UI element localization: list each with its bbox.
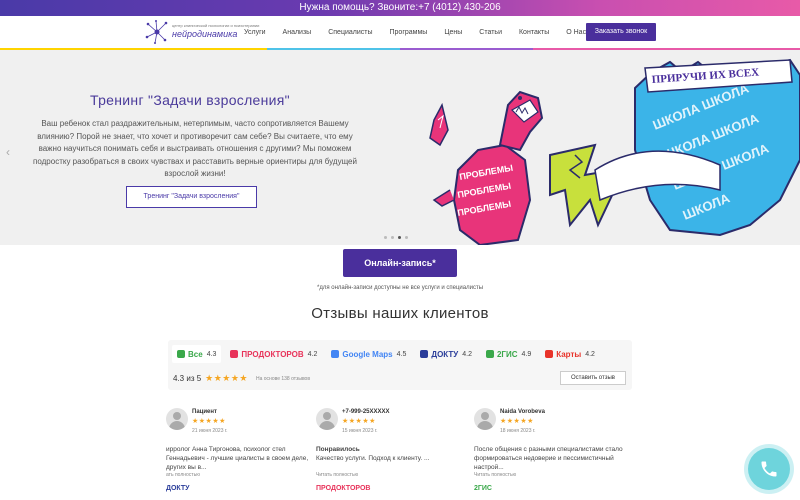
source-name: ДОКТУ <box>431 349 459 359</box>
hero-training-button[interactable]: Тренинг "Задачи взросления" <box>126 186 257 208</box>
review-text: Качество услуги. Подход к клиенту. ... <box>316 455 430 462</box>
review-stars: ★★★★★ <box>500 418 534 425</box>
avatar-head <box>323 412 331 420</box>
source-logo-icon <box>230 350 239 358</box>
main-nav: Услуги Анализы Специалисты Программы Цены Ста… <box>244 16 603 48</box>
site-logo[interactable]: центр клинической психологии и психотера… <box>144 19 259 45</box>
review-text: ирролог Анна Тиргонова, психолог стел Ге… <box>166 446 309 471</box>
review-source-logo: ПРОДОКТОРОВ <box>316 485 371 492</box>
source-rating: 4.5 <box>396 350 407 358</box>
review-body: ирролог Анна Тиргонова, психолог стел Ге… <box>166 445 316 472</box>
reviews-title: Отзывы наших клиентов <box>311 305 489 322</box>
review-headline: Понравилось <box>316 446 360 453</box>
review-source-logo: ДОКТУ <box>166 485 190 492</box>
source-logo-icon <box>545 350 554 358</box>
reviewer-name: Пациент <box>192 409 217 415</box>
hero-slider: Тренинг "Задачи взросления" Ваш ребенок … <box>0 50 800 245</box>
hero-text: Ваш ребенок стал раздражительным, нетерп… <box>33 119 357 178</box>
source-name: Карты <box>556 349 582 359</box>
review-stars: ★★★★★ <box>342 418 376 425</box>
review-card: +7-999-25XXXXX ★★★★★ 15 июня 2023 г. Понрав… <box>316 405 466 495</box>
overall-rating: 4.3 из 5 ★★★★★ На основе 138 отзывов <box>173 373 310 384</box>
phone-icon <box>761 461 777 477</box>
slider-dot[interactable] <box>398 236 401 239</box>
top-help-bar: Нужна помощь? Звоните:+7 (4012) 430-206 <box>0 0 800 16</box>
source-rating: 4.9 <box>521 350 532 358</box>
rating-text: 4.3 из 5 <box>173 374 202 383</box>
source-rating: 4.3 <box>206 350 217 358</box>
review-sources: Все 4.3 ПРОДОКТОРОВ 4.2 Google Maps 4.5 ДОКТУ 4… <box>172 345 604 363</box>
logo-name: нейродинамика <box>172 29 238 39</box>
avatar-body <box>169 421 185 430</box>
source-name: 2ГИС <box>496 349 518 359</box>
nav-item[interactable]: Контакты <box>519 29 549 36</box>
review-source-tab[interactable]: ДОКТУ 4.2 <box>415 345 477 363</box>
review-source-tab[interactable]: ПРОДОКТОРОВ 4.2 <box>225 345 322 363</box>
avatar-head <box>481 412 489 420</box>
review-body: Понравилось Качество услуги. Подход к кли… <box>316 445 466 463</box>
nav-item[interactable]: Анализы <box>283 29 312 36</box>
read-more-link[interactable]: Читать полностью <box>474 472 516 478</box>
review-source-tab[interactable]: Все 4.3 <box>172 345 222 363</box>
source-rating: 4.2 <box>307 350 318 358</box>
avatar <box>474 408 496 430</box>
review-source-tab[interactable]: 2ГИС 4.9 <box>481 345 536 363</box>
reviewer-name: +7-999-25XXXXX <box>342 409 390 415</box>
order-call-button[interactable]: Заказать звонок <box>586 23 656 41</box>
avatar <box>166 408 188 430</box>
source-logo-icon <box>177 350 185 358</box>
hero-illustration: ШКОЛА ШКОЛА ШКОЛА ШКОЛА ШКОЛА ШКОЛА ШКОЛ… <box>429 58 800 245</box>
slider-dot[interactable] <box>391 236 394 239</box>
site-header: центр клинической психологии и психотера… <box>0 16 800 48</box>
review-text: После общения с разными специалистами ст… <box>474 446 623 471</box>
nav-item[interactable]: Программы <box>390 29 428 36</box>
help-phone-text[interactable]: Нужна помощь? Звоните:+7 (4012) 430-206 <box>299 2 500 13</box>
chevron-left-icon[interactable]: ‹ <box>6 145 10 159</box>
review-card: Naida Vorobeva ★★★★★ 18 июня 2023 г. После … <box>474 405 624 495</box>
reviewer-name: Naida Vorobeva <box>500 409 545 415</box>
slider-dot[interactable] <box>405 236 408 239</box>
nav-item[interactable]: Специалисты <box>328 29 372 36</box>
review-date: 15 июня 2023 г. <box>342 428 378 434</box>
review-source-tab[interactable]: Google Maps 4.5 <box>326 345 411 363</box>
online-booking-button[interactable]: Онлайн-запись* <box>343 249 457 277</box>
booking-note: *для онлайн-записи доступны не все услуг… <box>316 285 484 291</box>
review-source-tab[interactable]: Карты 4.2 <box>540 345 600 363</box>
review-body: После общения с разными специалистами ст… <box>474 445 624 472</box>
review-stars: ★★★★★ <box>192 418 226 425</box>
source-logo-icon <box>485 350 494 358</box>
avatar-body <box>319 421 335 430</box>
source-logo-icon <box>420 350 429 358</box>
nav-item[interactable]: Услуги <box>244 29 266 36</box>
nav-item[interactable]: Цены <box>444 29 462 36</box>
source-rating: 4.2 <box>585 350 595 358</box>
reviews-widget: Все 4.3 ПРОДОКТОРОВ 4.2 Google Maps 4.5 ДОКТУ 4… <box>168 340 632 390</box>
nav-item[interactable]: О Нас <box>566 29 586 36</box>
avatar <box>316 408 338 430</box>
neuron-logo-icon <box>145 20 168 44</box>
source-logo-icon <box>331 350 340 358</box>
review-source-logo: 2ГИС <box>474 485 492 492</box>
read-more-link[interactable]: Читать полностью <box>316 472 358 478</box>
slider-dot[interactable] <box>384 236 387 239</box>
read-more-link[interactable]: ать полностью <box>166 472 200 478</box>
rating-stars: ★★★★★ <box>205 373 248 383</box>
review-date: 21 июня 2023 г. <box>192 428 228 434</box>
source-name: ПРОДОКТОРОВ <box>241 349 304 359</box>
leave-review-button[interactable]: Оставить отзыв <box>560 371 626 385</box>
avatar-head <box>173 412 181 420</box>
nav-item[interactable]: Статьи <box>479 29 502 36</box>
review-date: 18 июня 2023 г. <box>500 428 536 434</box>
source-name: Google Maps <box>342 349 393 359</box>
call-fab-button[interactable] <box>748 448 790 490</box>
avatar-body <box>477 421 493 430</box>
review-card: Пациент ★★★★★ 21 июня 2023 г. ирролог Анна … <box>166 405 316 495</box>
hero-title: Тренинг "Задачи взросления" <box>90 92 290 108</box>
rating-count: На основе 138 отзывов <box>256 375 310 382</box>
source-rating: 4.2 <box>462 350 472 358</box>
source-name: Все <box>188 349 203 359</box>
slider-dots <box>384 236 408 239</box>
